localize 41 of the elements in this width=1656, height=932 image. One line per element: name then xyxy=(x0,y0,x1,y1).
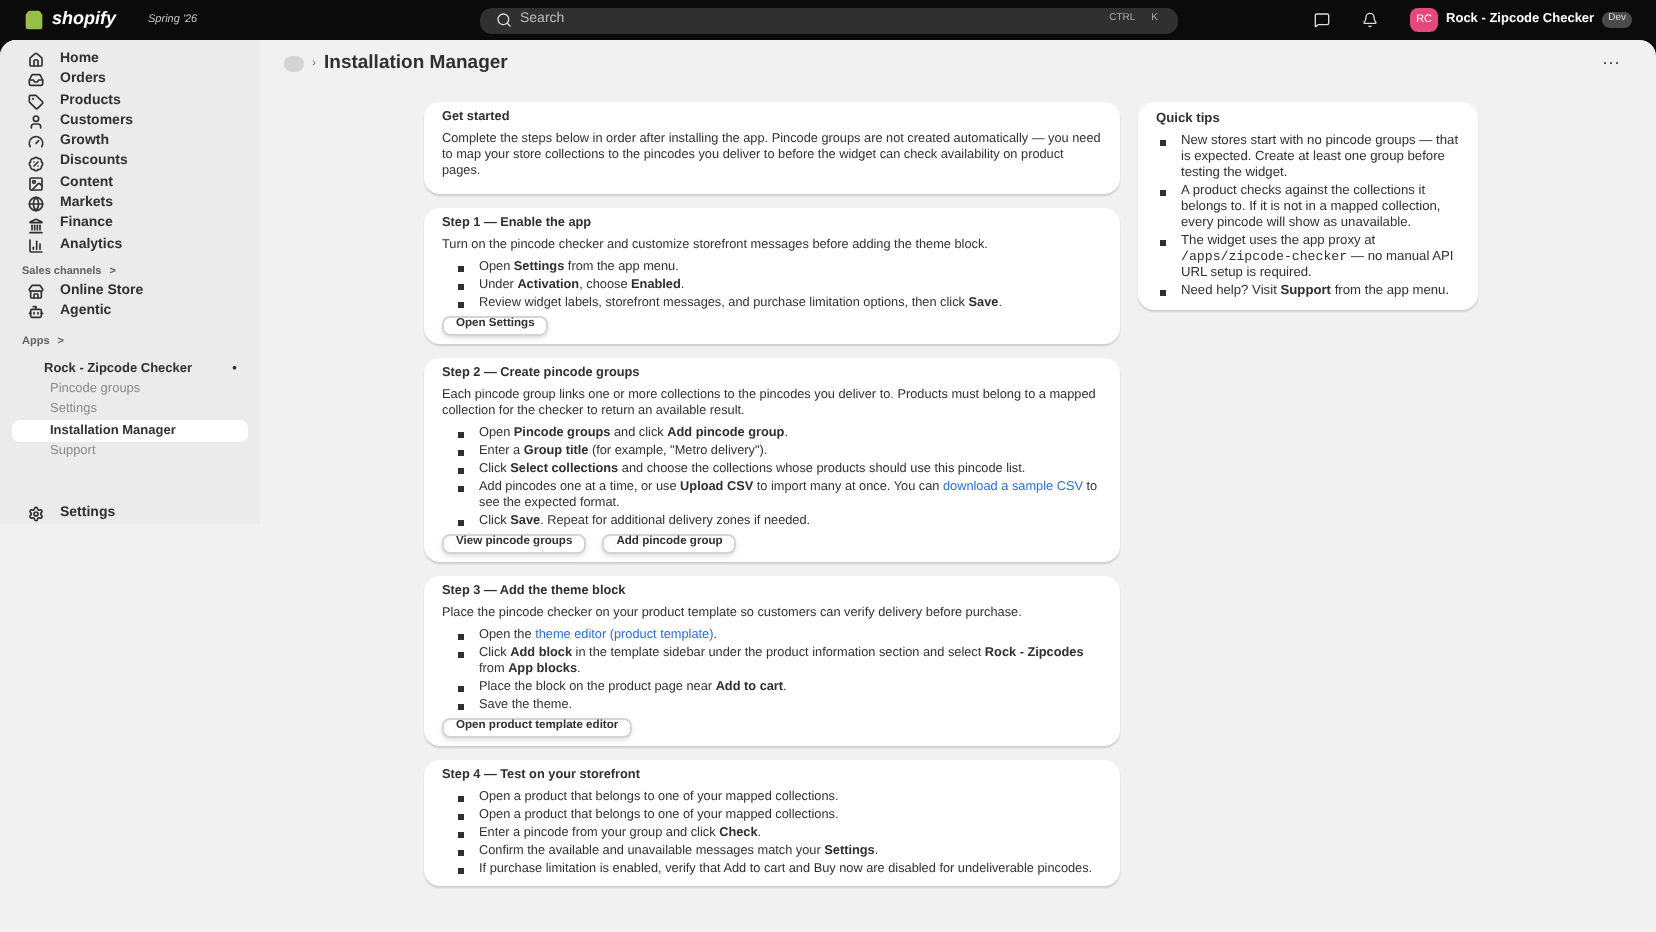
nav-icon xyxy=(28,217,44,234)
nav-icon xyxy=(28,196,44,213)
more-actions-button[interactable]: ··· xyxy=(1602,50,1620,78)
brand-name: shopify xyxy=(52,6,117,33)
bullet-icon xyxy=(458,302,463,307)
bullet-icon xyxy=(458,266,463,271)
bullet-icon xyxy=(458,652,463,657)
bullet-icon xyxy=(458,284,463,289)
nav-icon xyxy=(28,284,44,301)
nav-icon xyxy=(28,237,44,254)
nav-icon xyxy=(28,505,44,522)
bullet-icon xyxy=(1160,190,1165,195)
notification-icon[interactable] xyxy=(1362,12,1379,28)
nav-icon xyxy=(28,304,44,321)
bullet-icon xyxy=(458,634,463,639)
bullet-icon xyxy=(458,814,463,819)
shopify-logo-icon xyxy=(24,10,44,30)
bullet-icon xyxy=(1160,240,1165,245)
bullet-icon xyxy=(458,868,463,873)
bullet-icon xyxy=(458,832,463,837)
nav-icon xyxy=(28,114,44,131)
bullet-icon xyxy=(458,432,463,437)
nav-icon xyxy=(28,175,44,192)
search-icon xyxy=(496,12,512,28)
page-title: Installation Manager xyxy=(324,49,508,78)
bullet-icon xyxy=(458,704,463,709)
nav-icon xyxy=(28,52,44,69)
bullet-icon xyxy=(458,796,463,801)
nav-icon xyxy=(28,93,44,110)
bullet-icon xyxy=(458,686,463,691)
bullet-icon xyxy=(458,850,463,855)
bullet-icon xyxy=(458,468,463,473)
bullet-icon xyxy=(1160,290,1165,295)
nav-icon xyxy=(28,72,44,89)
bullet-icon xyxy=(1160,140,1165,145)
nav-icon xyxy=(28,134,44,151)
bullet-icon xyxy=(458,520,463,525)
chat-icon[interactable] xyxy=(1314,12,1331,28)
nav-icon xyxy=(28,155,44,172)
bullet-icon xyxy=(458,450,463,455)
bullet-icon xyxy=(458,486,463,491)
